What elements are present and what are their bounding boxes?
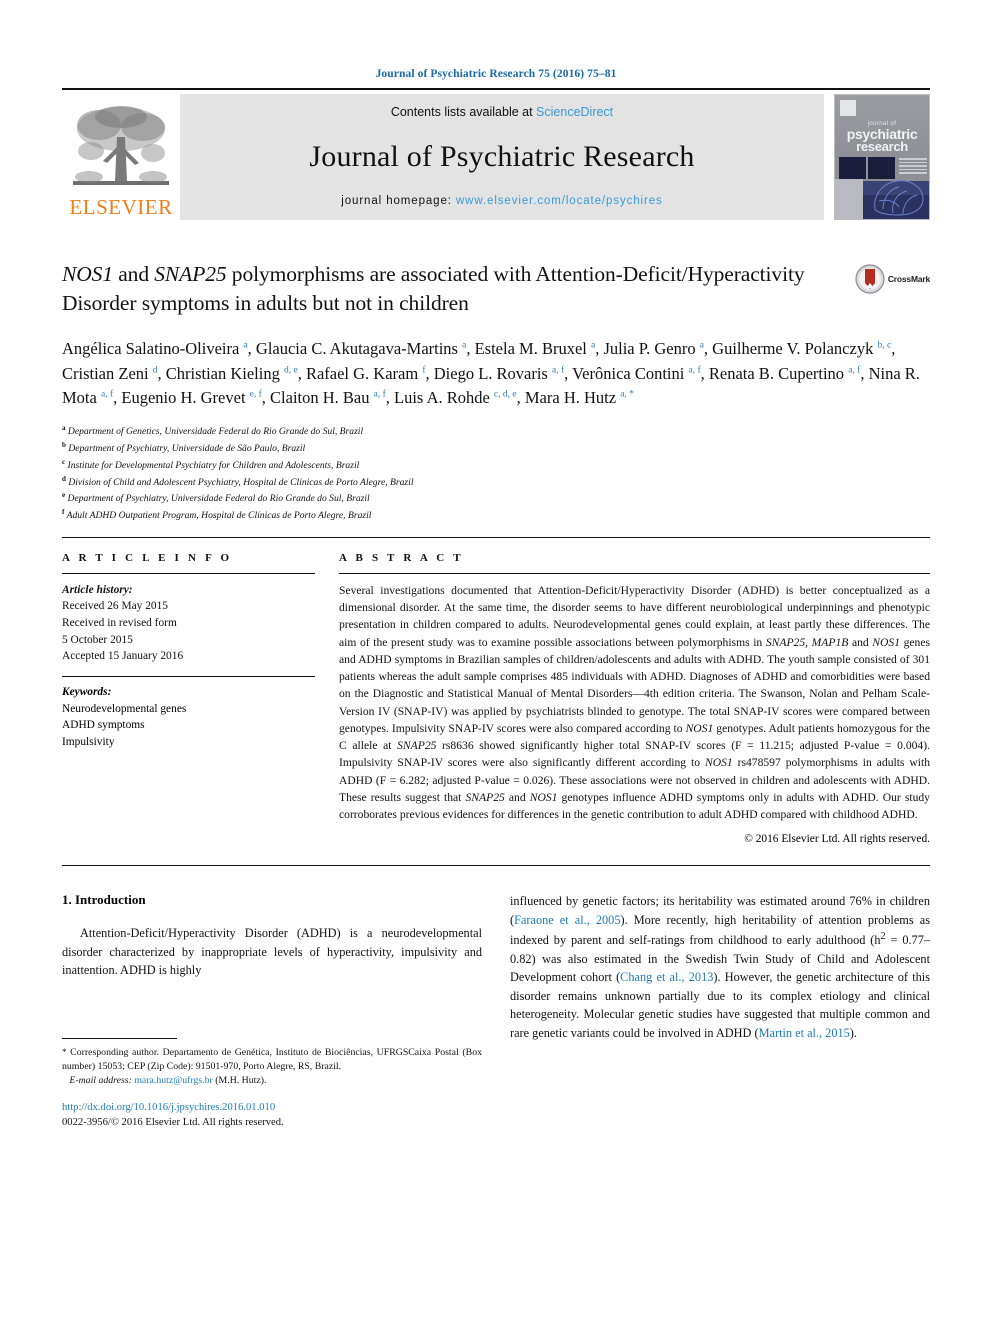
homepage-prefix: journal homepage:	[341, 195, 456, 207]
affiliation-item: f Adult ADHD Outpatient Program, Hospita…	[62, 507, 930, 524]
journal-homepage-link[interactable]: www.elsevier.com/locate/psychires	[456, 195, 663, 207]
affiliation-item: e Department of Psychiatry, Universidade…	[62, 490, 930, 507]
email-link[interactable]: mara.hutz@ufrgs.br	[134, 1075, 213, 1086]
keywords-block: Keywords: Neurodevelopmental genes ADHD …	[62, 675, 315, 751]
doi-block: http://dx.doi.org/10.1016/j.jpsychires.2…	[62, 1100, 482, 1130]
body-columns: 1. Introduction Attention-Deficit/Hypera…	[62, 892, 930, 1129]
affiliation-text: Department of Psychiatry, Universidade d…	[68, 443, 306, 455]
corresponding-author-note: * Corresponding author. Departamento de …	[62, 1046, 482, 1072]
sciencedirect-link[interactable]: ScienceDirect	[536, 105, 613, 119]
page-title: NOS1 and SNAP25 polymorphisms are associ…	[62, 260, 830, 317]
abstract-heading: A B S T R A C T	[339, 551, 464, 564]
affiliation-item: d Division of Child and Adolescent Psych…	[62, 474, 930, 491]
article-history-label: Article history:	[62, 583, 133, 596]
affiliation-text: Adult ADHD Outpatient Program, Hospital …	[66, 510, 372, 522]
divider-after-abstract	[62, 865, 930, 867]
crossmark-icon	[855, 264, 885, 294]
history-line: Received in revised form	[62, 617, 177, 629]
cover-elsevier-mark-icon	[840, 100, 856, 116]
article-info-heading: A R T I C L E I N F O	[62, 551, 233, 564]
section-heading-introduction: 1. Introduction	[62, 892, 146, 908]
email-label: E-mail address:	[69, 1075, 132, 1087]
affiliation-item: c Institute for Developmental Psychiatry…	[62, 457, 930, 474]
article-history: Article history: Received 26 May 2015 Re…	[62, 582, 315, 665]
affiliation-item: b Department of Psychiatry, Universidade…	[62, 440, 930, 457]
crossmark-label: CrossMark	[887, 274, 930, 284]
abstract-rule	[339, 572, 930, 574]
history-line: Accepted 15 January 2016	[62, 650, 184, 663]
keyword-item: Neurodevelopmental genes	[62, 702, 187, 715]
footnote-area: * Corresponding author. Departamento de …	[62, 1037, 482, 1130]
cover-title-line2: research	[856, 139, 908, 154]
affiliation-mark: f	[62, 508, 65, 516]
contents-prefix: Contents lists available at	[390, 105, 537, 119]
header-rule	[62, 88, 930, 90]
cover-brain-icon	[874, 180, 924, 216]
journal-cover-thumbnail: journal of psychiatric research	[834, 94, 930, 220]
keyword-item: Impulsivity	[62, 735, 115, 748]
title-gene-snap25: SNAP25	[154, 262, 227, 286]
article-page: Journal of Psychiatric Research 75 (2016…	[0, 0, 992, 1323]
email-note: E-mail address: mara.hutz@ufrgs.br (M.H.…	[62, 1074, 482, 1088]
journal-homepage-line: journal homepage: www.elsevier.com/locat…	[341, 195, 662, 207]
history-line: Received 26 May 2015	[62, 600, 168, 613]
affiliation-list: a Department of Genetics, Universidade F…	[62, 423, 930, 523]
abstract-text: Several investigations documented that A…	[339, 583, 931, 822]
article-info-column: A R T I C L E I N F O Article history: R…	[62, 552, 315, 846]
journal-title: Journal of Psychiatric Research	[309, 140, 695, 173]
elsevier-wordmark: ELSEVIER	[69, 195, 173, 219]
elsevier-tree-icon	[73, 106, 169, 185]
affiliation-text: Department of Psychiatry, Universidade F…	[67, 493, 370, 505]
cover-image: journal of psychiatric research	[834, 94, 930, 220]
elsevier-logo: ELSEVIER	[62, 94, 180, 220]
contents-available-line: Contents lists available at ScienceDirec…	[391, 105, 613, 119]
article-info-rule	[62, 572, 315, 574]
title-gene-nos1: NOS1	[62, 262, 113, 286]
affiliation-text: Division of Child and Adolescent Psychia…	[68, 476, 414, 488]
author-list: Angélica Salatino-Oliveira a, Glaucia C.…	[62, 339, 920, 407]
title-conjunction: and	[112, 262, 155, 286]
affiliation-mark: e	[62, 491, 66, 500]
body-right-column: influenced by genetic factors; its herit…	[510, 892, 930, 1129]
footnote-rule	[62, 1037, 177, 1039]
running-head: Journal of Psychiatric Research 75 (2016…	[375, 68, 617, 80]
keywords-label: Keywords:	[62, 685, 112, 698]
history-line: 5 October 2015	[62, 633, 133, 646]
affiliation-text: Institute for Developmental Psychiatry f…	[67, 460, 360, 472]
keywords-rule	[62, 675, 315, 677]
keyword-item: ADHD symptoms	[62, 719, 145, 732]
affiliation-mark: d	[62, 474, 66, 483]
issn-copyright-line: 0022-3956/© 2016 Elsevier Ltd. All right…	[62, 1116, 284, 1128]
banner-center: Contents lists available at ScienceDirec…	[180, 94, 824, 220]
affiliation-mark: a	[62, 424, 66, 433]
doi-link[interactable]: http://dx.doi.org/10.1016/j.jpsychires.2…	[62, 1100, 482, 1115]
title-block: NOS1 and SNAP25 polymorphisms are associ…	[62, 260, 930, 317]
affiliation-text: Department of Genetics, Universidade Fed…	[67, 426, 364, 438]
intro-paragraph-left: Attention-Deficit/Hyperactivity Disorder…	[62, 926, 482, 978]
info-abstract-region: A R T I C L E I N F O Article history: R…	[62, 538, 931, 846]
abstract-copyright: © 2016 Elsevier Ltd. All rights reserved…	[744, 833, 930, 846]
cover-text-lines	[899, 158, 927, 176]
affiliation-item: a Department of Genetics, Universidade F…	[62, 423, 930, 440]
affiliation-mark: b	[62, 441, 66, 450]
intro-paragraph-right: influenced by genetic factors; its herit…	[510, 894, 931, 1040]
abstract-column: A B S T R A C T Several investigations d…	[339, 551, 931, 846]
journal-banner: ELSEVIER Contents lists available at Sci…	[62, 94, 930, 220]
body-left-column: 1. Introduction Attention-Deficit/Hypera…	[62, 892, 482, 1129]
email-owner: (M.H. Hutz).	[215, 1075, 267, 1087]
crossmark-badge[interactable]: CrossMark	[830, 260, 930, 317]
affiliation-mark: c	[62, 457, 66, 466]
